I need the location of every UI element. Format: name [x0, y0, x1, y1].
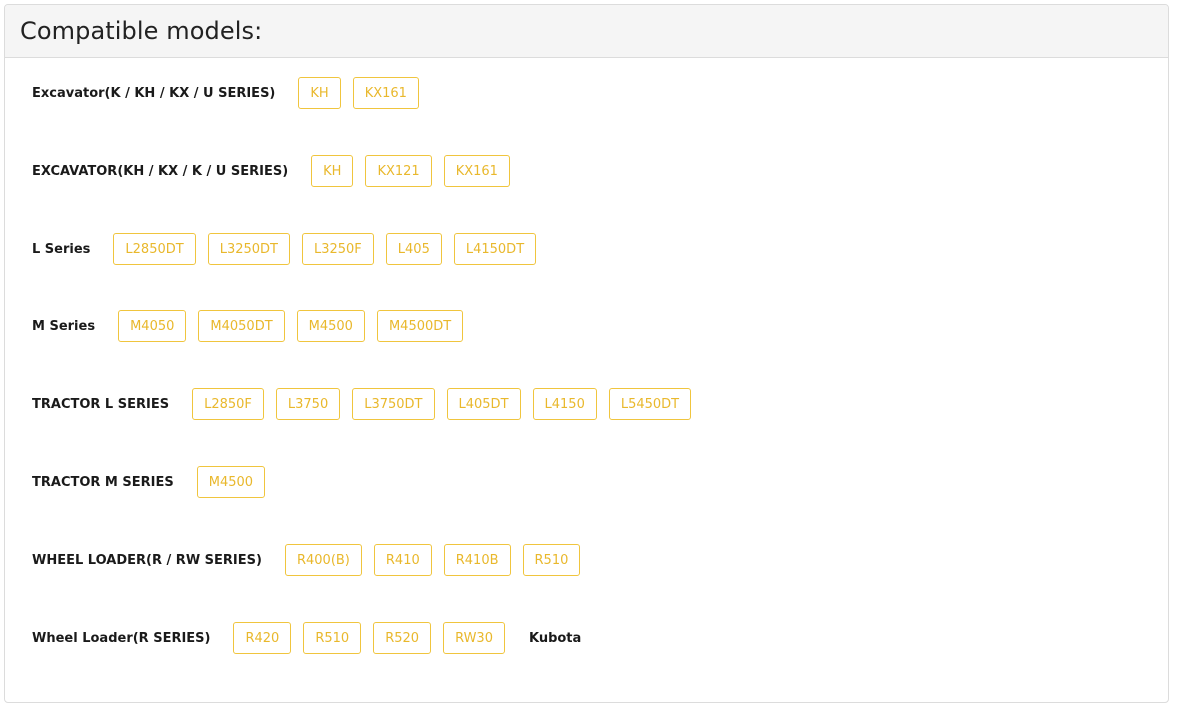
model-tag[interactable]: L4150 [532, 388, 597, 420]
model-tag[interactable]: KH [298, 77, 341, 109]
model-tag[interactable]: RW30 [443, 622, 505, 654]
model-tag[interactable]: R420 [233, 622, 292, 654]
model-tag[interactable]: L3750DT [352, 388, 435, 420]
row-label: L Series [32, 241, 91, 257]
row-label: Wheel Loader(R SERIES) [32, 630, 211, 646]
model-tag[interactable]: L2850DT [113, 233, 196, 265]
brand-label: Kubota [528, 630, 582, 646]
model-tag[interactable]: KX161 [443, 155, 510, 187]
model-row: EXCAVATOR(KH / KX / K / U SERIES) KH KX121… [32, 154, 522, 188]
row-label: Excavator(K / KH / KX / U SERIES) [32, 85, 276, 101]
model-tag[interactable]: L2850F [192, 388, 264, 420]
model-tag[interactable]: L4150DT [453, 233, 537, 265]
panel-header: Compatible models: [5, 5, 1168, 58]
model-row: TRACTOR L SERIES L2850F L3750 L3750DT L405DT… [32, 387, 703, 421]
model-tag[interactable]: L405 [385, 233, 442, 265]
model-tag[interactable]: L3250DT [207, 233, 290, 265]
model-tag[interactable]: M4500 [296, 310, 365, 342]
model-tag[interactable]: R510 [303, 622, 362, 654]
row-label: EXCAVATOR(KH / KX / K / U SERIES) [32, 163, 289, 179]
model-row: Excavator(K / KH / KX / U SERIES) KH KX161 [32, 76, 431, 110]
compatible-models-panel: Compatible models: Excavator(K / KH / KX… [4, 4, 1169, 703]
row-label: WHEEL LOADER(R / RW SERIES) [32, 552, 262, 568]
model-tag[interactable]: M4500 [196, 466, 266, 498]
model-tag[interactable]: KX161 [352, 77, 419, 109]
model-tag[interactable]: M4500DT [376, 310, 464, 342]
panel-title: Compatible models: [20, 17, 263, 45]
model-row: WHEEL LOADER(R / RW SERIES) R400(B) R410 R4… [32, 543, 592, 577]
row-label: TRACTOR L SERIES [32, 396, 170, 412]
model-row: L Series L2850DT L3250DT L3250F L405 L4150DT [32, 232, 548, 266]
row-label: M Series [32, 318, 96, 334]
model-tag[interactable]: L3750 [275, 388, 341, 420]
model-tag[interactable]: L3250F [301, 233, 374, 265]
model-tag[interactable]: M4050DT [198, 310, 285, 342]
model-row: M Series M4050 M4050DT M4500 M4500DT [32, 309, 475, 343]
model-tag[interactable]: R400(B) [284, 544, 362, 576]
model-tag[interactable]: KX121 [365, 155, 432, 187]
model-tag[interactable]: R410B [443, 544, 511, 576]
model-tag[interactable]: M4050 [118, 310, 187, 342]
model-tag[interactable]: R510 [522, 544, 581, 576]
model-tag[interactable]: R410 [373, 544, 432, 576]
model-tag[interactable]: R520 [373, 622, 432, 654]
model-row: TRACTOR M SERIES M4500 [32, 465, 277, 499]
model-tag[interactable]: L5450DT [608, 388, 692, 420]
model-tag[interactable]: KH [311, 155, 354, 187]
row-label: TRACTOR M SERIES [32, 474, 174, 490]
model-tag[interactable]: L405DT [446, 388, 521, 420]
model-row: Wheel Loader(R SERIES) R420 R510 R520 RW30 Ku… [32, 621, 581, 655]
